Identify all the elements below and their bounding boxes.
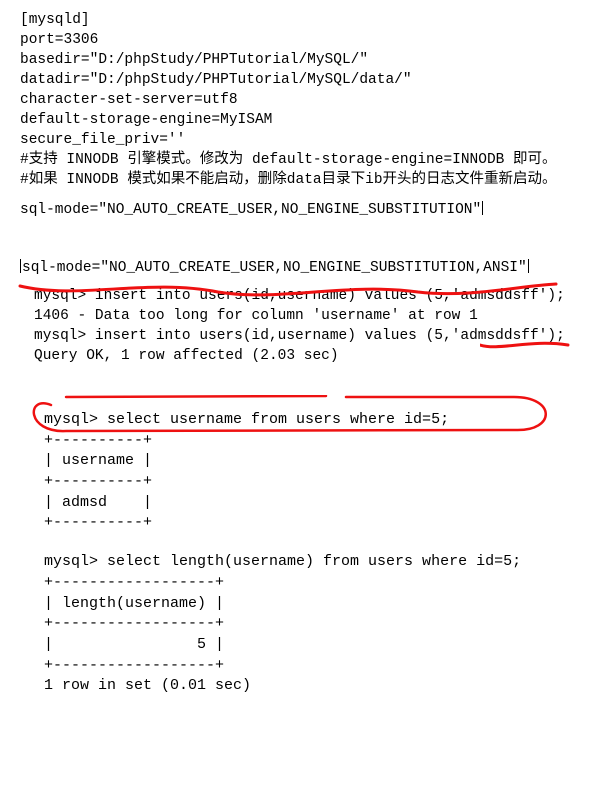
config-engine: default-storage-engine=MyISAM (20, 110, 582, 130)
config-block: [mysqld] port=3306 basedir="D:/phpStudy/… (20, 10, 582, 220)
term1-line4: Query OK, 1 row affected (2.03 sec) (34, 346, 582, 366)
term1-line1: mysql> insert into users(id,username) va… (34, 286, 582, 306)
config-section: [mysqld] (20, 10, 582, 30)
config-sqlmode-2: sql-mode="NO_AUTO_CREATE_USER,NO_ENGINE_… (20, 258, 582, 278)
terminal-output-1: mysql> insert into users(id,username) va… (20, 286, 582, 366)
term1-line2: 1406 - Data too long for column 'usernam… (34, 306, 582, 326)
query-1-block: mysql> select username from users where … (20, 406, 582, 534)
config-sqlmode-1: sql-mode="NO_AUTO_CREATE_USER,NO_ENGINE_… (20, 200, 582, 220)
config-port: port=3306 (20, 30, 582, 50)
term1-line3: mysql> insert into users(id,username) va… (34, 326, 582, 346)
config-secure: secure_file_priv='' (20, 130, 582, 150)
config-basedir: basedir="D:/phpStudy/PHPTutorial/MySQL/" (20, 50, 582, 70)
config-comment-delete-ib: #如果 INNODB 模式如果不能启动，删除data目录下ib开头的日志文件重新… (20, 170, 582, 190)
config-datadir: datadir="D:/phpStudy/PHPTutorial/MySQL/d… (20, 70, 582, 90)
config-charset: character-set-server=utf8 (20, 90, 582, 110)
query-2-block: mysql> select length(username) from user… (20, 548, 582, 697)
config-comment-innodb: #支持 INNODB 引擎模式。修改为 default-storage-engi… (20, 150, 582, 170)
